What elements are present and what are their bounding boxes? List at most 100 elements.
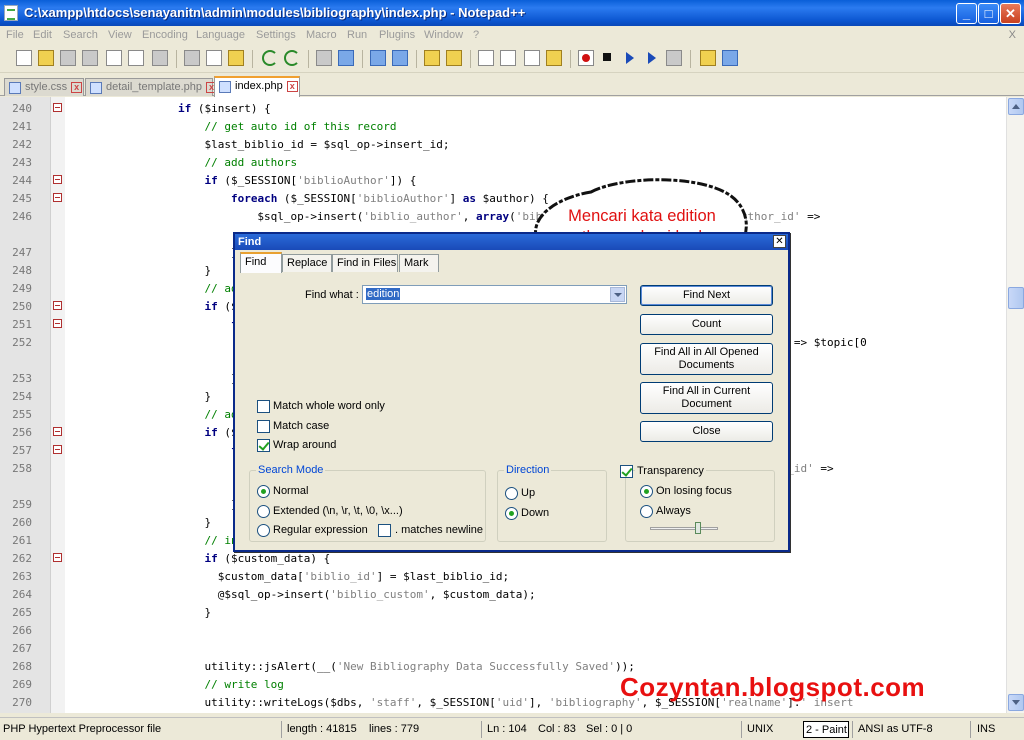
dot-newline-checkbox[interactable]: [378, 524, 391, 537]
fold-toggle-icon[interactable]: [53, 103, 62, 112]
play-macro-icon[interactable]: [622, 50, 638, 66]
save-icon[interactable]: [60, 50, 76, 66]
count-button[interactable]: Count: [640, 314, 773, 335]
new-file-icon[interactable]: [16, 50, 32, 66]
user-lang-icon[interactable]: [546, 50, 562, 66]
on-losing-focus-radio[interactable]: [640, 485, 653, 498]
fold-toggle-icon[interactable]: [53, 445, 62, 454]
wrap-around-checkbox[interactable]: [257, 439, 270, 452]
sync-vertical-icon[interactable]: [424, 50, 440, 66]
match-whole-word-checkbox[interactable]: [257, 400, 270, 413]
code-line[interactable]: 240 if ($insert) {: [0, 99, 1006, 117]
menu-view[interactable]: View: [108, 29, 132, 41]
print-icon[interactable]: [152, 50, 168, 66]
menu-close-doc[interactable]: X: [1009, 29, 1016, 41]
run-macro-multiple-icon[interactable]: [644, 50, 660, 66]
code-line[interactable]: 266: [0, 621, 1006, 639]
match-case-checkbox[interactable]: [257, 420, 270, 433]
record-macro-icon[interactable]: [578, 50, 594, 66]
stop-macro-icon[interactable]: [600, 50, 616, 66]
undo-icon[interactable]: [262, 50, 278, 66]
transparency-checkbox[interactable]: [620, 465, 633, 478]
find-next-button[interactable]: Find Next: [640, 285, 773, 306]
tab-index-php[interactable]: index.php x: [214, 76, 300, 97]
find-what-input[interactable]: edition: [362, 285, 627, 304]
vertical-scrollbar[interactable]: [1006, 97, 1024, 713]
direction-down-radio[interactable]: [505, 507, 518, 520]
menu-language[interactable]: Language: [196, 29, 245, 41]
word-wrap-icon[interactable]: [478, 50, 494, 66]
chevron-down-icon[interactable]: [610, 287, 625, 302]
code-line[interactable]: 246 $sql_op->insert('biblio_author', arr…: [0, 207, 1006, 225]
tab-find-in-files[interactable]: Find in Files: [332, 254, 398, 272]
regex-radio[interactable]: [257, 524, 270, 537]
menu-settings[interactable]: Settings: [256, 29, 296, 41]
show-all-chars-icon[interactable]: [500, 50, 516, 66]
code-line[interactable]: 267: [0, 639, 1006, 657]
fold-toggle-icon[interactable]: [53, 319, 62, 328]
close-file-icon[interactable]: [106, 50, 122, 66]
minimize-button[interactable]: _: [956, 3, 977, 24]
find-all-current-button[interactable]: Find All in Current Document: [640, 382, 773, 414]
cut-icon[interactable]: [184, 50, 200, 66]
replace-icon[interactable]: [338, 50, 354, 66]
dialog-close-button[interactable]: Close: [640, 421, 773, 442]
menu-edit[interactable]: Edit: [33, 29, 52, 41]
menu-help[interactable]: ?: [473, 29, 479, 41]
indent-guide-icon[interactable]: [524, 50, 540, 66]
zoom-in-icon[interactable]: [370, 50, 386, 66]
open-file-icon[interactable]: [38, 50, 54, 66]
tab-replace[interactable]: Replace: [282, 254, 332, 272]
tab-close-icon[interactable]: x: [71, 82, 83, 93]
tab-style-css[interactable]: style.css x: [4, 78, 84, 96]
paste-icon[interactable]: [228, 50, 244, 66]
code-line[interactable]: 245 foreach ($_SESSION['biblioAuthor'] a…: [0, 189, 1006, 207]
slider-thumb[interactable]: [695, 522, 701, 534]
menu-search[interactable]: Search: [63, 29, 98, 41]
find-icon[interactable]: [316, 50, 332, 66]
code-line[interactable]: 243 // add authors: [0, 153, 1006, 171]
code-line[interactable]: 264 @$sql_op->insert('biblio_custom', $c…: [0, 585, 1006, 603]
fold-toggle-icon[interactable]: [53, 553, 62, 562]
code-line[interactable]: 241 // get auto id of this record: [0, 117, 1006, 135]
always-radio[interactable]: [640, 505, 653, 518]
save-all-icon[interactable]: [82, 50, 98, 66]
code-line[interactable]: 265 }: [0, 603, 1006, 621]
find-all-opened-button[interactable]: Find All in All Opened Documents: [640, 343, 773, 375]
scroll-up-button[interactable]: [1008, 98, 1024, 115]
menu-file[interactable]: File: [6, 29, 24, 41]
code-line[interactable]: 244 if ($_SESSION['biblioAuthor']) {: [0, 171, 1006, 189]
code-line[interactable]: 242 $last_biblio_id = $sql_op->insert_id…: [0, 135, 1006, 153]
menu-run[interactable]: Run: [347, 29, 367, 41]
ftp-icon[interactable]: [700, 50, 716, 66]
menu-macro[interactable]: Macro: [306, 29, 337, 41]
menu-encoding[interactable]: Encoding: [142, 29, 188, 41]
transparency-slider[interactable]: [650, 522, 718, 534]
menu-plugins[interactable]: Plugins: [379, 29, 415, 41]
copy-icon[interactable]: [206, 50, 222, 66]
tab-close-icon[interactable]: x: [286, 81, 298, 92]
normal-radio[interactable]: [257, 485, 270, 498]
tab-mark[interactable]: Mark: [399, 254, 439, 272]
close-all-icon[interactable]: [128, 50, 144, 66]
menu-window[interactable]: Window: [424, 29, 463, 41]
fold-toggle-icon[interactable]: [53, 427, 62, 436]
scroll-down-button[interactable]: [1008, 694, 1024, 711]
close-button[interactable]: ✕: [1000, 3, 1021, 24]
zoom-out-icon[interactable]: [392, 50, 408, 66]
fold-toggle-icon[interactable]: [53, 175, 62, 184]
maximize-button[interactable]: □: [978, 3, 999, 24]
redo-icon[interactable]: [284, 50, 300, 66]
direction-up-radio[interactable]: [505, 487, 518, 500]
extended-radio[interactable]: [257, 505, 270, 518]
tab-find[interactable]: Find: [240, 252, 282, 273]
tab-detail-template[interactable]: detail_template.php x: [85, 78, 218, 96]
scroll-thumb[interactable]: [1008, 287, 1024, 309]
dialog-close-icon[interactable]: ✕: [773, 235, 786, 248]
spellcheck-icon[interactable]: [722, 50, 738, 66]
save-macro-icon[interactable]: [666, 50, 682, 66]
sync-horizontal-icon[interactable]: [446, 50, 462, 66]
fold-toggle-icon[interactable]: [53, 301, 62, 310]
code-line[interactable]: 263 $custom_data['biblio_id'] = $last_bi…: [0, 567, 1006, 585]
fold-toggle-icon[interactable]: [53, 193, 62, 202]
